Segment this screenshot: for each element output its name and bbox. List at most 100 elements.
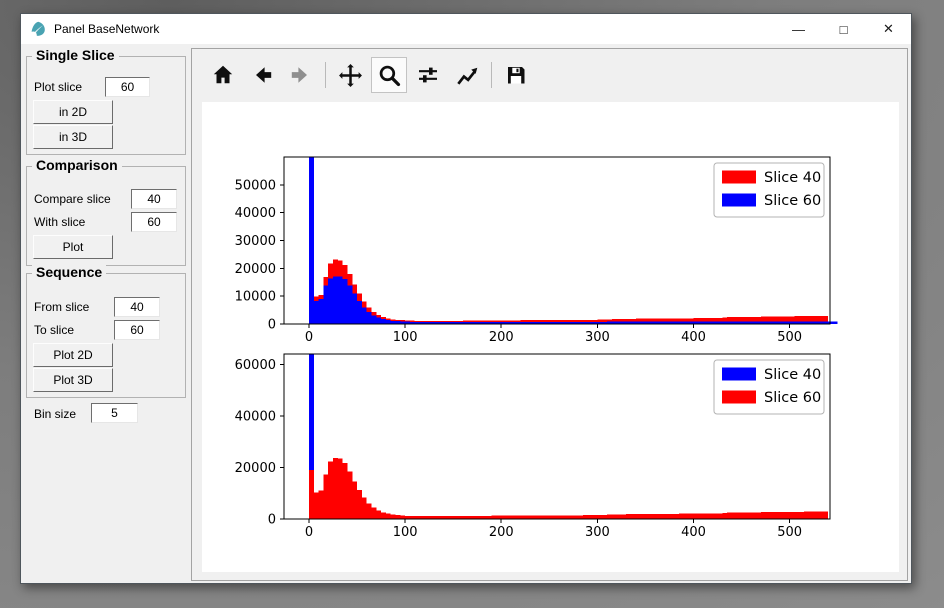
hist-bar xyxy=(520,516,525,519)
hist-bar xyxy=(602,515,607,519)
hist-bar xyxy=(323,286,328,324)
back-icon[interactable] xyxy=(244,57,280,93)
hist-bar xyxy=(684,514,689,519)
hist-bar xyxy=(708,513,713,519)
app-icon xyxy=(30,21,46,37)
hist-bar xyxy=(718,513,723,519)
close-button[interactable]: ✕ xyxy=(866,14,911,44)
save-icon[interactable] xyxy=(498,57,534,93)
hist-bar xyxy=(679,514,684,519)
hist-bar xyxy=(347,472,352,519)
hist-bar xyxy=(352,481,357,519)
hist-bar xyxy=(381,512,386,519)
pan-icon[interactable] xyxy=(332,57,368,93)
group-single-slice: Single Slice Plot slice in 2D in 3D xyxy=(26,56,186,155)
hist-bar xyxy=(665,514,670,519)
hist-bar xyxy=(794,512,799,519)
hist-bar xyxy=(314,301,319,324)
hist-bar xyxy=(737,513,742,519)
figure-canvas[interactable]: 0100200300400500010000200003000040000500… xyxy=(202,102,899,572)
hist-bar xyxy=(535,516,540,519)
compare-slice-input[interactable] xyxy=(131,189,177,209)
hist-bar xyxy=(386,514,391,519)
hist-bar xyxy=(694,514,699,519)
to-slice-label: To slice xyxy=(34,323,74,337)
hist-bar xyxy=(554,515,559,519)
hist-bar xyxy=(501,516,506,519)
legend-label: Slice 40 xyxy=(764,170,821,186)
plot-button[interactable]: Plot xyxy=(33,235,113,259)
hist-bar xyxy=(780,512,785,519)
hist-bar xyxy=(328,278,333,324)
hist-bar xyxy=(674,514,679,519)
hist-bar xyxy=(790,512,795,519)
hist-bar xyxy=(751,512,756,519)
hist-bar xyxy=(631,514,636,519)
window-controls: — □ ✕ xyxy=(776,14,911,44)
plot-slice-input[interactable] xyxy=(105,77,150,97)
hist-bar xyxy=(569,515,574,519)
forward-icon xyxy=(283,57,319,93)
hist-bar xyxy=(564,515,569,519)
hist-bar xyxy=(578,515,583,519)
y-tick-label: 40000 xyxy=(235,206,276,221)
x-tick-label: 200 xyxy=(489,330,514,345)
hist-bar xyxy=(818,512,823,519)
x-tick-label: 400 xyxy=(681,525,706,540)
maximize-button[interactable]: □ xyxy=(821,14,866,44)
hist-bar xyxy=(530,516,535,519)
customize-icon[interactable] xyxy=(449,57,485,93)
hist-bar xyxy=(357,301,362,324)
home-icon[interactable] xyxy=(205,57,241,93)
hist-bar xyxy=(376,510,381,519)
hist-bar xyxy=(525,516,530,519)
hist-bar xyxy=(338,277,343,324)
x-tick-label: 500 xyxy=(777,525,802,540)
hist-bar xyxy=(343,463,348,519)
hist-bar xyxy=(833,321,838,324)
hist-bar xyxy=(756,512,761,519)
bin-size-label: Bin size xyxy=(34,407,76,421)
in-2d-button[interactable]: in 2D xyxy=(33,100,113,124)
hist-bar xyxy=(732,513,737,519)
hist-bar xyxy=(746,512,751,519)
y-tick-label: 0 xyxy=(268,318,276,333)
legend-label: Slice 40 xyxy=(764,367,821,383)
hist-bar xyxy=(785,512,790,519)
to-slice-input[interactable] xyxy=(114,320,160,340)
hist-bar xyxy=(593,515,598,519)
hist-bar xyxy=(761,512,766,519)
hist-bar xyxy=(357,490,362,519)
hist-bar xyxy=(496,516,501,519)
hist-bar xyxy=(809,512,814,519)
from-slice-input[interactable] xyxy=(114,297,160,317)
hist-bar xyxy=(367,503,372,519)
zoom-icon[interactable] xyxy=(371,57,407,93)
plot-slice-label: Plot slice xyxy=(34,80,82,94)
hist-bar xyxy=(492,516,497,519)
subplots-icon[interactable] xyxy=(410,57,446,93)
hist-bar xyxy=(309,470,314,519)
y-tick-label: 0 xyxy=(268,513,276,528)
hist-bar xyxy=(391,514,396,519)
hist-bar xyxy=(770,512,775,519)
compare-slice-label: Compare slice xyxy=(34,192,111,206)
with-slice-input[interactable] xyxy=(131,212,177,232)
plot-2d-button[interactable]: Plot 2D xyxy=(33,343,113,367)
group-comparison: Comparison Compare slice With slice Plot xyxy=(26,166,186,266)
plot-3d-button[interactable]: Plot 3D xyxy=(33,368,113,392)
hist-bar xyxy=(650,514,655,519)
x-tick-label: 0 xyxy=(305,330,313,345)
hist-bar xyxy=(689,514,694,519)
hist-bar xyxy=(583,515,588,519)
with-slice-label: With slice xyxy=(34,215,85,229)
hist-bar xyxy=(347,285,352,324)
hist-bar xyxy=(775,512,780,519)
minimize-button[interactable]: — xyxy=(776,14,821,44)
y-tick-label: 20000 xyxy=(235,262,276,277)
bin-size-input[interactable] xyxy=(91,403,138,423)
y-tick-label: 50000 xyxy=(235,178,276,193)
hist-bar xyxy=(559,515,564,519)
hist-bar xyxy=(540,515,545,519)
in-3d-button[interactable]: in 3D xyxy=(33,125,113,149)
